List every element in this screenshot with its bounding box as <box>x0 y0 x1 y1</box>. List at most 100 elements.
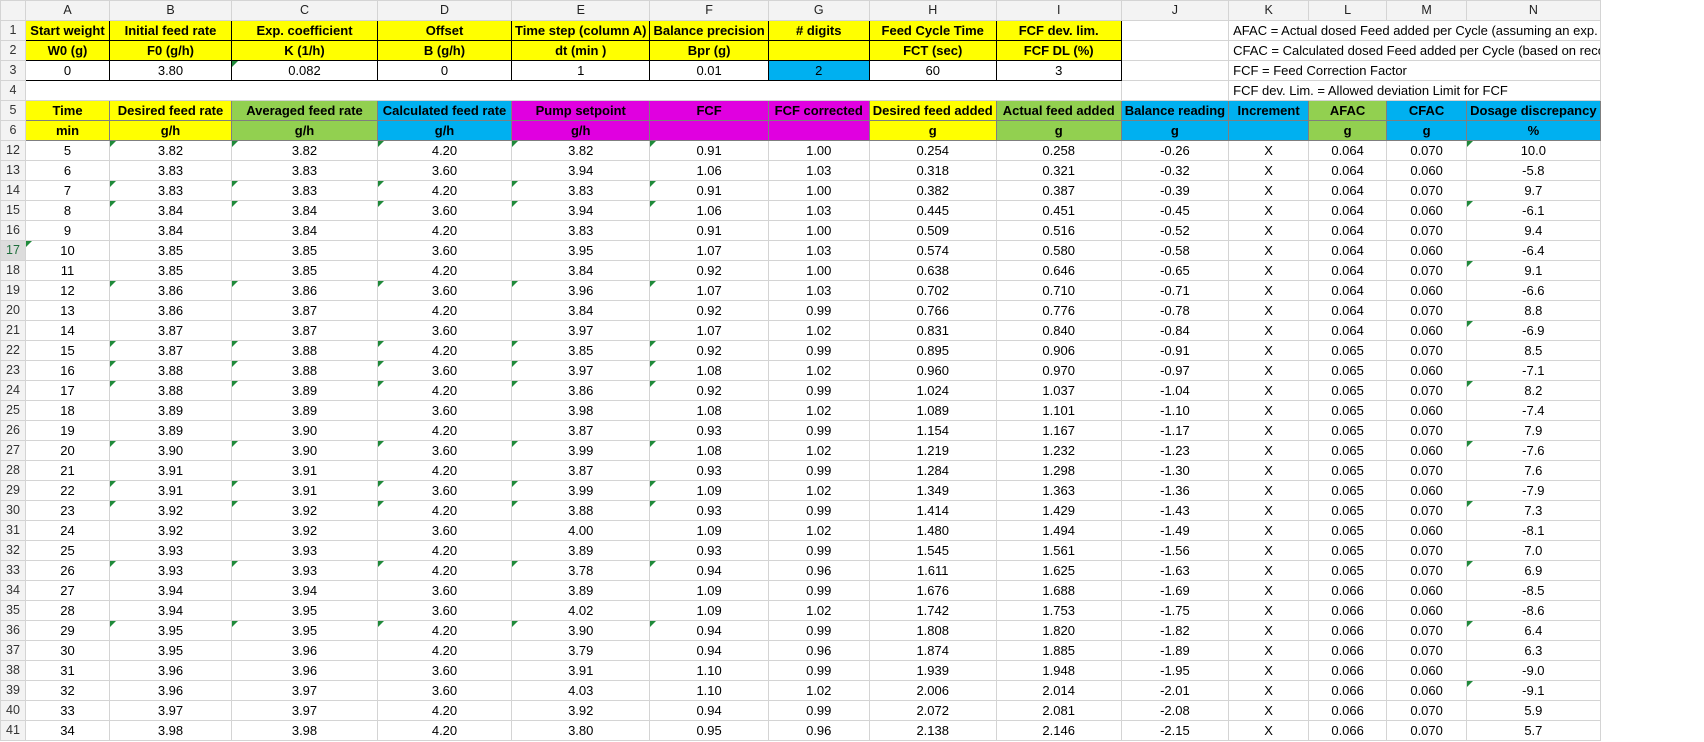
data-cell[interactable]: 3.83 <box>231 180 378 201</box>
data-cell[interactable]: 0.070 <box>1386 340 1468 361</box>
data-cell[interactable]: 3.60 <box>377 400 512 421</box>
empty-cell[interactable] <box>25 80 1122 101</box>
data-cell[interactable]: 3.95 <box>109 640 232 661</box>
data-cell[interactable]: 7.3 <box>1466 500 1601 521</box>
column-header-k[interactable]: K <box>1228 0 1310 21</box>
param-value-cell[interactable]: 0.01 <box>649 60 769 81</box>
data-cell[interactable]: 0.99 <box>767 660 870 681</box>
data-cell[interactable]: 3.98 <box>510 400 651 421</box>
data-cell[interactable]: 4.20 <box>377 220 512 241</box>
data-cell[interactable]: 3.95 <box>231 600 378 621</box>
data-cell[interactable]: 3.92 <box>109 520 232 541</box>
column-header-m[interactable]: M <box>1386 0 1468 21</box>
data-cell[interactable]: 6.4 <box>1466 620 1601 641</box>
data-cell[interactable]: 3.60 <box>377 480 512 501</box>
column-title[interactable]: Increment <box>1228 100 1310 121</box>
data-cell[interactable]: -0.39 <box>1120 180 1230 201</box>
column-unit[interactable] <box>767 120 870 141</box>
data-cell[interactable]: -2.08 <box>1120 700 1230 721</box>
data-cell[interactable]: 2.006 <box>868 680 997 701</box>
data-cell[interactable]: 1.494 <box>995 520 1122 541</box>
row-header[interactable]: 12 <box>0 140 26 161</box>
data-cell[interactable]: 0.99 <box>767 620 870 641</box>
data-cell[interactable]: 3.98 <box>231 720 378 741</box>
data-cell[interactable]: 3.93 <box>231 560 378 581</box>
column-title[interactable]: CFAC <box>1386 100 1468 121</box>
row-header[interactable]: 29 <box>0 480 26 501</box>
data-cell[interactable]: 0.070 <box>1386 500 1468 521</box>
data-cell[interactable]: 1.545 <box>868 540 997 561</box>
data-cell[interactable]: 1.06 <box>649 160 769 181</box>
data-cell[interactable]: 8.5 <box>1466 340 1601 361</box>
data-cell[interactable]: 0.060 <box>1386 580 1468 601</box>
data-cell[interactable]: X <box>1228 400 1310 421</box>
data-cell[interactable]: X <box>1228 560 1310 581</box>
data-cell[interactable]: 0.070 <box>1386 640 1468 661</box>
data-cell[interactable]: 0.064 <box>1308 180 1388 201</box>
row-header[interactable]: 19 <box>0 280 26 301</box>
data-cell[interactable]: 0.060 <box>1386 240 1468 261</box>
data-cell[interactable]: X <box>1228 640 1310 661</box>
data-cell[interactable]: 15 <box>25 340 110 361</box>
data-cell[interactable]: 0.065 <box>1308 460 1388 481</box>
data-cell[interactable]: 1.02 <box>767 520 870 541</box>
row-header[interactable]: 39 <box>0 680 26 701</box>
data-cell[interactable]: 0.99 <box>767 340 870 361</box>
data-cell[interactable]: -1.23 <box>1120 440 1230 461</box>
data-cell[interactable]: X <box>1228 500 1310 521</box>
data-cell[interactable]: 26 <box>25 560 110 581</box>
data-cell[interactable]: -0.65 <box>1120 260 1230 281</box>
column-title[interactable]: Balance reading <box>1120 100 1230 121</box>
column-header-c[interactable]: C <box>231 0 378 21</box>
data-cell[interactable]: 0.94 <box>649 700 769 721</box>
data-cell[interactable]: 0.065 <box>1308 540 1388 561</box>
column-title[interactable]: AFAC <box>1308 100 1388 121</box>
data-cell[interactable]: 3.88 <box>109 380 232 401</box>
data-cell[interactable]: 3.92 <box>231 500 378 521</box>
data-cell[interactable]: 3.83 <box>510 180 651 201</box>
data-cell[interactable]: -1.43 <box>1120 500 1230 521</box>
row-header[interactable]: 34 <box>0 580 26 601</box>
data-cell[interactable]: X <box>1228 200 1310 221</box>
data-cell[interactable]: 14 <box>25 320 110 341</box>
data-cell[interactable]: 0.96 <box>767 560 870 581</box>
data-cell[interactable]: -0.52 <box>1120 220 1230 241</box>
data-cell[interactable]: 3.87 <box>510 460 651 481</box>
data-cell[interactable]: 3.89 <box>510 540 651 561</box>
data-cell[interactable]: 3.85 <box>231 240 378 261</box>
data-cell[interactable]: 0.070 <box>1386 560 1468 581</box>
data-cell[interactable]: 0.99 <box>767 500 870 521</box>
data-cell[interactable]: 3.97 <box>231 680 378 701</box>
data-cell[interactable]: 3.80 <box>510 720 651 741</box>
data-cell[interactable]: X <box>1228 680 1310 701</box>
row-header[interactable]: 13 <box>0 160 26 181</box>
data-cell[interactable]: 1.089 <box>868 400 997 421</box>
data-cell[interactable]: -1.75 <box>1120 600 1230 621</box>
data-cell[interactable]: 0.99 <box>767 540 870 561</box>
data-cell[interactable]: 4.20 <box>377 140 512 161</box>
data-cell[interactable]: 28 <box>25 600 110 621</box>
legend-note[interactable]: CFAC = Calculated dosed Feed added per C… <box>1228 40 1601 61</box>
data-cell[interactable]: 0.906 <box>995 340 1122 361</box>
data-cell[interactable]: 0.060 <box>1386 520 1468 541</box>
data-cell[interactable]: X <box>1228 220 1310 241</box>
data-cell[interactable]: 0.065 <box>1308 440 1388 461</box>
data-cell[interactable]: 0.064 <box>1308 200 1388 221</box>
data-cell[interactable]: 3.60 <box>377 680 512 701</box>
data-cell[interactable]: 3.97 <box>510 360 651 381</box>
data-cell[interactable]: X <box>1228 420 1310 441</box>
data-cell[interactable]: 3.60 <box>377 160 512 181</box>
data-cell[interactable]: 1.611 <box>868 560 997 581</box>
data-cell[interactable]: 5.9 <box>1466 700 1601 721</box>
column-unit[interactable]: g <box>1308 120 1388 141</box>
data-cell[interactable]: 0.070 <box>1386 420 1468 441</box>
data-cell[interactable]: 3.83 <box>231 160 378 181</box>
row-header[interactable]: 22 <box>0 340 26 361</box>
data-cell[interactable]: 9.7 <box>1466 180 1601 201</box>
column-header-n[interactable]: N <box>1466 0 1601 21</box>
param-value-cell[interactable]: 3.80 <box>109 60 232 81</box>
data-cell[interactable]: 5 <box>25 140 110 161</box>
data-cell[interactable]: 3.91 <box>231 480 378 501</box>
data-cell[interactable]: -6.1 <box>1466 200 1601 221</box>
data-cell[interactable]: 0.070 <box>1386 460 1468 481</box>
